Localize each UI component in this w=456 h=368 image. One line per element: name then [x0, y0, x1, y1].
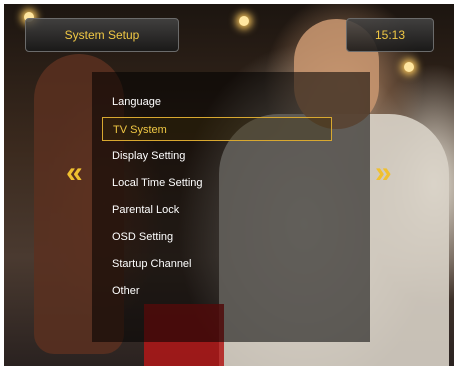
- background-light: [239, 16, 249, 26]
- menu-item-parental-lock[interactable]: Parental Lock: [102, 198, 332, 222]
- menu-item-tv-system[interactable]: TV System: [102, 117, 332, 141]
- menu-item-osd-setting[interactable]: OSD Setting: [102, 225, 332, 249]
- menu-title: System Setup: [25, 18, 179, 52]
- settings-menu: Language TV System Display Setting Local…: [92, 72, 370, 342]
- double-chevron-right-icon[interactable]: »: [375, 158, 391, 188]
- double-chevron-left-icon[interactable]: «: [66, 158, 82, 188]
- menu-item-language[interactable]: Language: [102, 90, 332, 114]
- menu-item-other[interactable]: Other: [102, 279, 332, 303]
- menu-item-startup-channel[interactable]: Startup Channel: [102, 252, 332, 276]
- background-light: [404, 62, 414, 72]
- menu-item-display-setting[interactable]: Display Setting: [102, 144, 332, 168]
- menu-item-local-time-setting[interactable]: Local Time Setting: [102, 171, 332, 195]
- clock: 15:13: [346, 18, 434, 52]
